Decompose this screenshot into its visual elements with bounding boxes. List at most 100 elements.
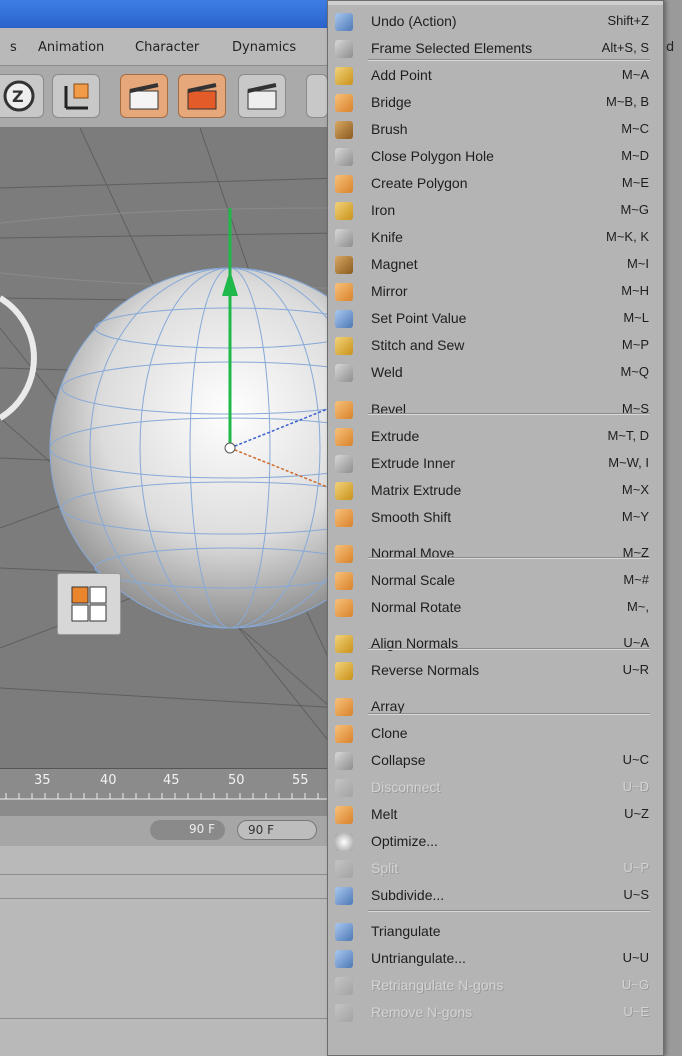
menu-item-melt[interactable]: Melt U~Z bbox=[328, 801, 663, 828]
menu-item-shortcut: M~B, B bbox=[606, 94, 649, 109]
z-axis-icon: Z bbox=[3, 80, 35, 112]
menu-item-normal-scale[interactable]: Normal Scale M~# bbox=[328, 567, 663, 594]
end-frame-field[interactable]: 90 F bbox=[237, 820, 317, 840]
menu-item-label: Stitch and Sew bbox=[371, 337, 465, 353]
menu-item-normal-move[interactable]: Normal Move M~Z bbox=[328, 540, 663, 567]
menu-item-normal-rotate[interactable]: Normal Rotate M~, bbox=[328, 594, 663, 621]
menu-item-shortcut: M~T, D bbox=[607, 428, 649, 443]
menu-item-extrude-inner[interactable]: Extrude Inner M~W, I bbox=[328, 450, 663, 477]
menu-item-truncated-right: d bbox=[666, 40, 675, 55]
menu-item-shortcut: U~Z bbox=[624, 806, 649, 821]
menu-item-set-point-value[interactable]: Set Point Value M~L bbox=[328, 305, 663, 332]
menu-separator bbox=[368, 557, 650, 559]
bridge-icon bbox=[335, 94, 353, 112]
render-picture-viewer-button[interactable] bbox=[178, 74, 226, 118]
menu-item-weld[interactable]: Weld M~Q bbox=[328, 359, 663, 386]
menu-separator bbox=[368, 910, 650, 912]
mesh-commands-menu: Undo (Action) Shift+Z Frame Selected Eleme… bbox=[327, 0, 664, 1056]
clapper-red-icon bbox=[187, 83, 217, 110]
menu-item-shortcut: Shift+Z bbox=[607, 13, 649, 28]
object-origin bbox=[224, 442, 236, 454]
menu-item-triangulate[interactable]: Triangulate bbox=[328, 918, 663, 945]
menu-item-add-point[interactable]: Add Point M~A bbox=[328, 62, 663, 89]
menu-item-iron[interactable]: Iron M~G bbox=[328, 197, 663, 224]
menu-item-label: Iron bbox=[371, 202, 396, 218]
clapper-icon bbox=[129, 83, 159, 110]
menu-item-magnet[interactable]: Magnet M~I bbox=[328, 251, 663, 278]
menu-item-subdivide[interactable]: Subdivide... U~S bbox=[328, 882, 663, 909]
menu-item-shortcut: M~L bbox=[623, 310, 649, 325]
menu-item-shortcut: M~K, K bbox=[606, 229, 649, 244]
menu-item-shortcut: U~R bbox=[622, 662, 649, 677]
menu-item-frame-selected-elements[interactable]: Frame Selected Elements Alt+S, S bbox=[328, 35, 663, 62]
menu-item-shortcut: M~G bbox=[620, 202, 649, 217]
menu-item-label: Undo (Action) bbox=[371, 13, 457, 29]
menu-item-smooth-shift[interactable]: Smooth Shift M~Y bbox=[328, 504, 663, 531]
array-icon bbox=[335, 698, 353, 716]
mirror-icon bbox=[335, 283, 353, 301]
remove-ngons-icon bbox=[335, 1004, 353, 1022]
menu-item-label: Smooth Shift bbox=[371, 509, 452, 525]
end-frame-slider[interactable]: 90 F bbox=[150, 820, 225, 840]
menu-item-label: Knife bbox=[371, 229, 403, 245]
layout-grid-icon bbox=[71, 586, 107, 622]
menu-item-align-normals[interactable]: Align Normals U~A bbox=[328, 630, 663, 657]
normal-move-icon bbox=[335, 545, 353, 563]
menu-item-label: Extrude bbox=[371, 428, 420, 444]
disconnect-icon bbox=[335, 779, 353, 797]
z-axis-lock-button[interactable]: Z bbox=[0, 74, 44, 118]
menu-item-shortcut: U~E bbox=[623, 1004, 649, 1019]
menu-animation[interactable]: Animation bbox=[38, 40, 104, 55]
menu-item-shortcut: M~X bbox=[621, 482, 649, 497]
reverse-normals-icon bbox=[335, 662, 353, 680]
menu-item-mirror[interactable]: Mirror M~H bbox=[328, 278, 663, 305]
clapper-settings-icon bbox=[247, 83, 277, 110]
menu-item-stitch-and-sew[interactable]: Stitch and Sew M~P bbox=[328, 332, 663, 359]
viewport-layout-button[interactable] bbox=[57, 573, 121, 635]
menu-item-shortcut: U~G bbox=[621, 977, 649, 992]
menu-item-undo-action[interactable]: Undo (Action) Shift+Z bbox=[328, 8, 663, 35]
menu-item-label: Subdivide... bbox=[371, 887, 445, 903]
menu-item-truncated[interactable]: s bbox=[10, 40, 17, 55]
ruler-label: 35 bbox=[34, 773, 51, 788]
menu-character[interactable]: Character bbox=[135, 40, 199, 55]
menu-item-extrude[interactable]: Extrude M~T, D bbox=[328, 423, 663, 450]
subdivide-icon bbox=[335, 887, 353, 905]
render-settings-button[interactable] bbox=[238, 74, 286, 118]
extrude-inner-icon bbox=[335, 455, 353, 473]
menu-item-split: Split U~P bbox=[328, 855, 663, 882]
menu-item-label: Mirror bbox=[371, 283, 408, 299]
menu-item-label: Array bbox=[371, 698, 405, 714]
menu-item-matrix-extrude[interactable]: Matrix Extrude M~X bbox=[328, 477, 663, 504]
undo-icon bbox=[335, 13, 353, 31]
normal-rotate-icon bbox=[335, 599, 353, 617]
align-normals-icon bbox=[335, 635, 353, 653]
menu-item-untriangulate[interactable]: Untriangulate... U~U bbox=[328, 945, 663, 972]
menu-item-shortcut: M~Y bbox=[621, 509, 649, 524]
menu-item-array[interactable]: Array bbox=[328, 693, 663, 720]
menu-item-clone[interactable]: Clone bbox=[328, 720, 663, 747]
menu-item-optimize[interactable]: Optimize... bbox=[328, 828, 663, 855]
menu-item-reverse-normals[interactable]: Reverse Normals U~R bbox=[328, 657, 663, 684]
menu-item-close-polygon-hole[interactable]: Close Polygon Hole M~D bbox=[328, 143, 663, 170]
menu-item-label: Close Polygon Hole bbox=[371, 148, 494, 164]
toolbar-button-partial[interactable] bbox=[306, 74, 328, 118]
menu-item-bridge[interactable]: Bridge M~B, B bbox=[328, 89, 663, 116]
collapse-icon bbox=[335, 752, 353, 770]
coordinate-icon bbox=[64, 83, 89, 110]
render-view-button[interactable] bbox=[120, 74, 168, 118]
menu-item-create-polygon[interactable]: Create Polygon M~E bbox=[328, 170, 663, 197]
menu-separator bbox=[368, 59, 650, 61]
menu-item-knife[interactable]: Knife M~K, K bbox=[328, 224, 663, 251]
menu-item-label: Triangulate bbox=[371, 923, 441, 939]
menu-item-collapse[interactable]: Collapse U~C bbox=[328, 747, 663, 774]
menu-item-bevel[interactable]: Bevel M~S bbox=[328, 396, 663, 423]
knife-icon bbox=[335, 229, 353, 247]
menu-item-label: Frame Selected Elements bbox=[371, 40, 533, 56]
menu-item-brush[interactable]: Brush M~C bbox=[328, 116, 663, 143]
menu-dynamics[interactable]: Dynamics bbox=[232, 40, 296, 55]
menu-separator bbox=[368, 648, 650, 650]
menu-item-label: Disconnect bbox=[371, 779, 441, 795]
menu-item-shortcut: U~C bbox=[622, 752, 649, 767]
coordinate-system-button[interactable] bbox=[52, 74, 100, 118]
